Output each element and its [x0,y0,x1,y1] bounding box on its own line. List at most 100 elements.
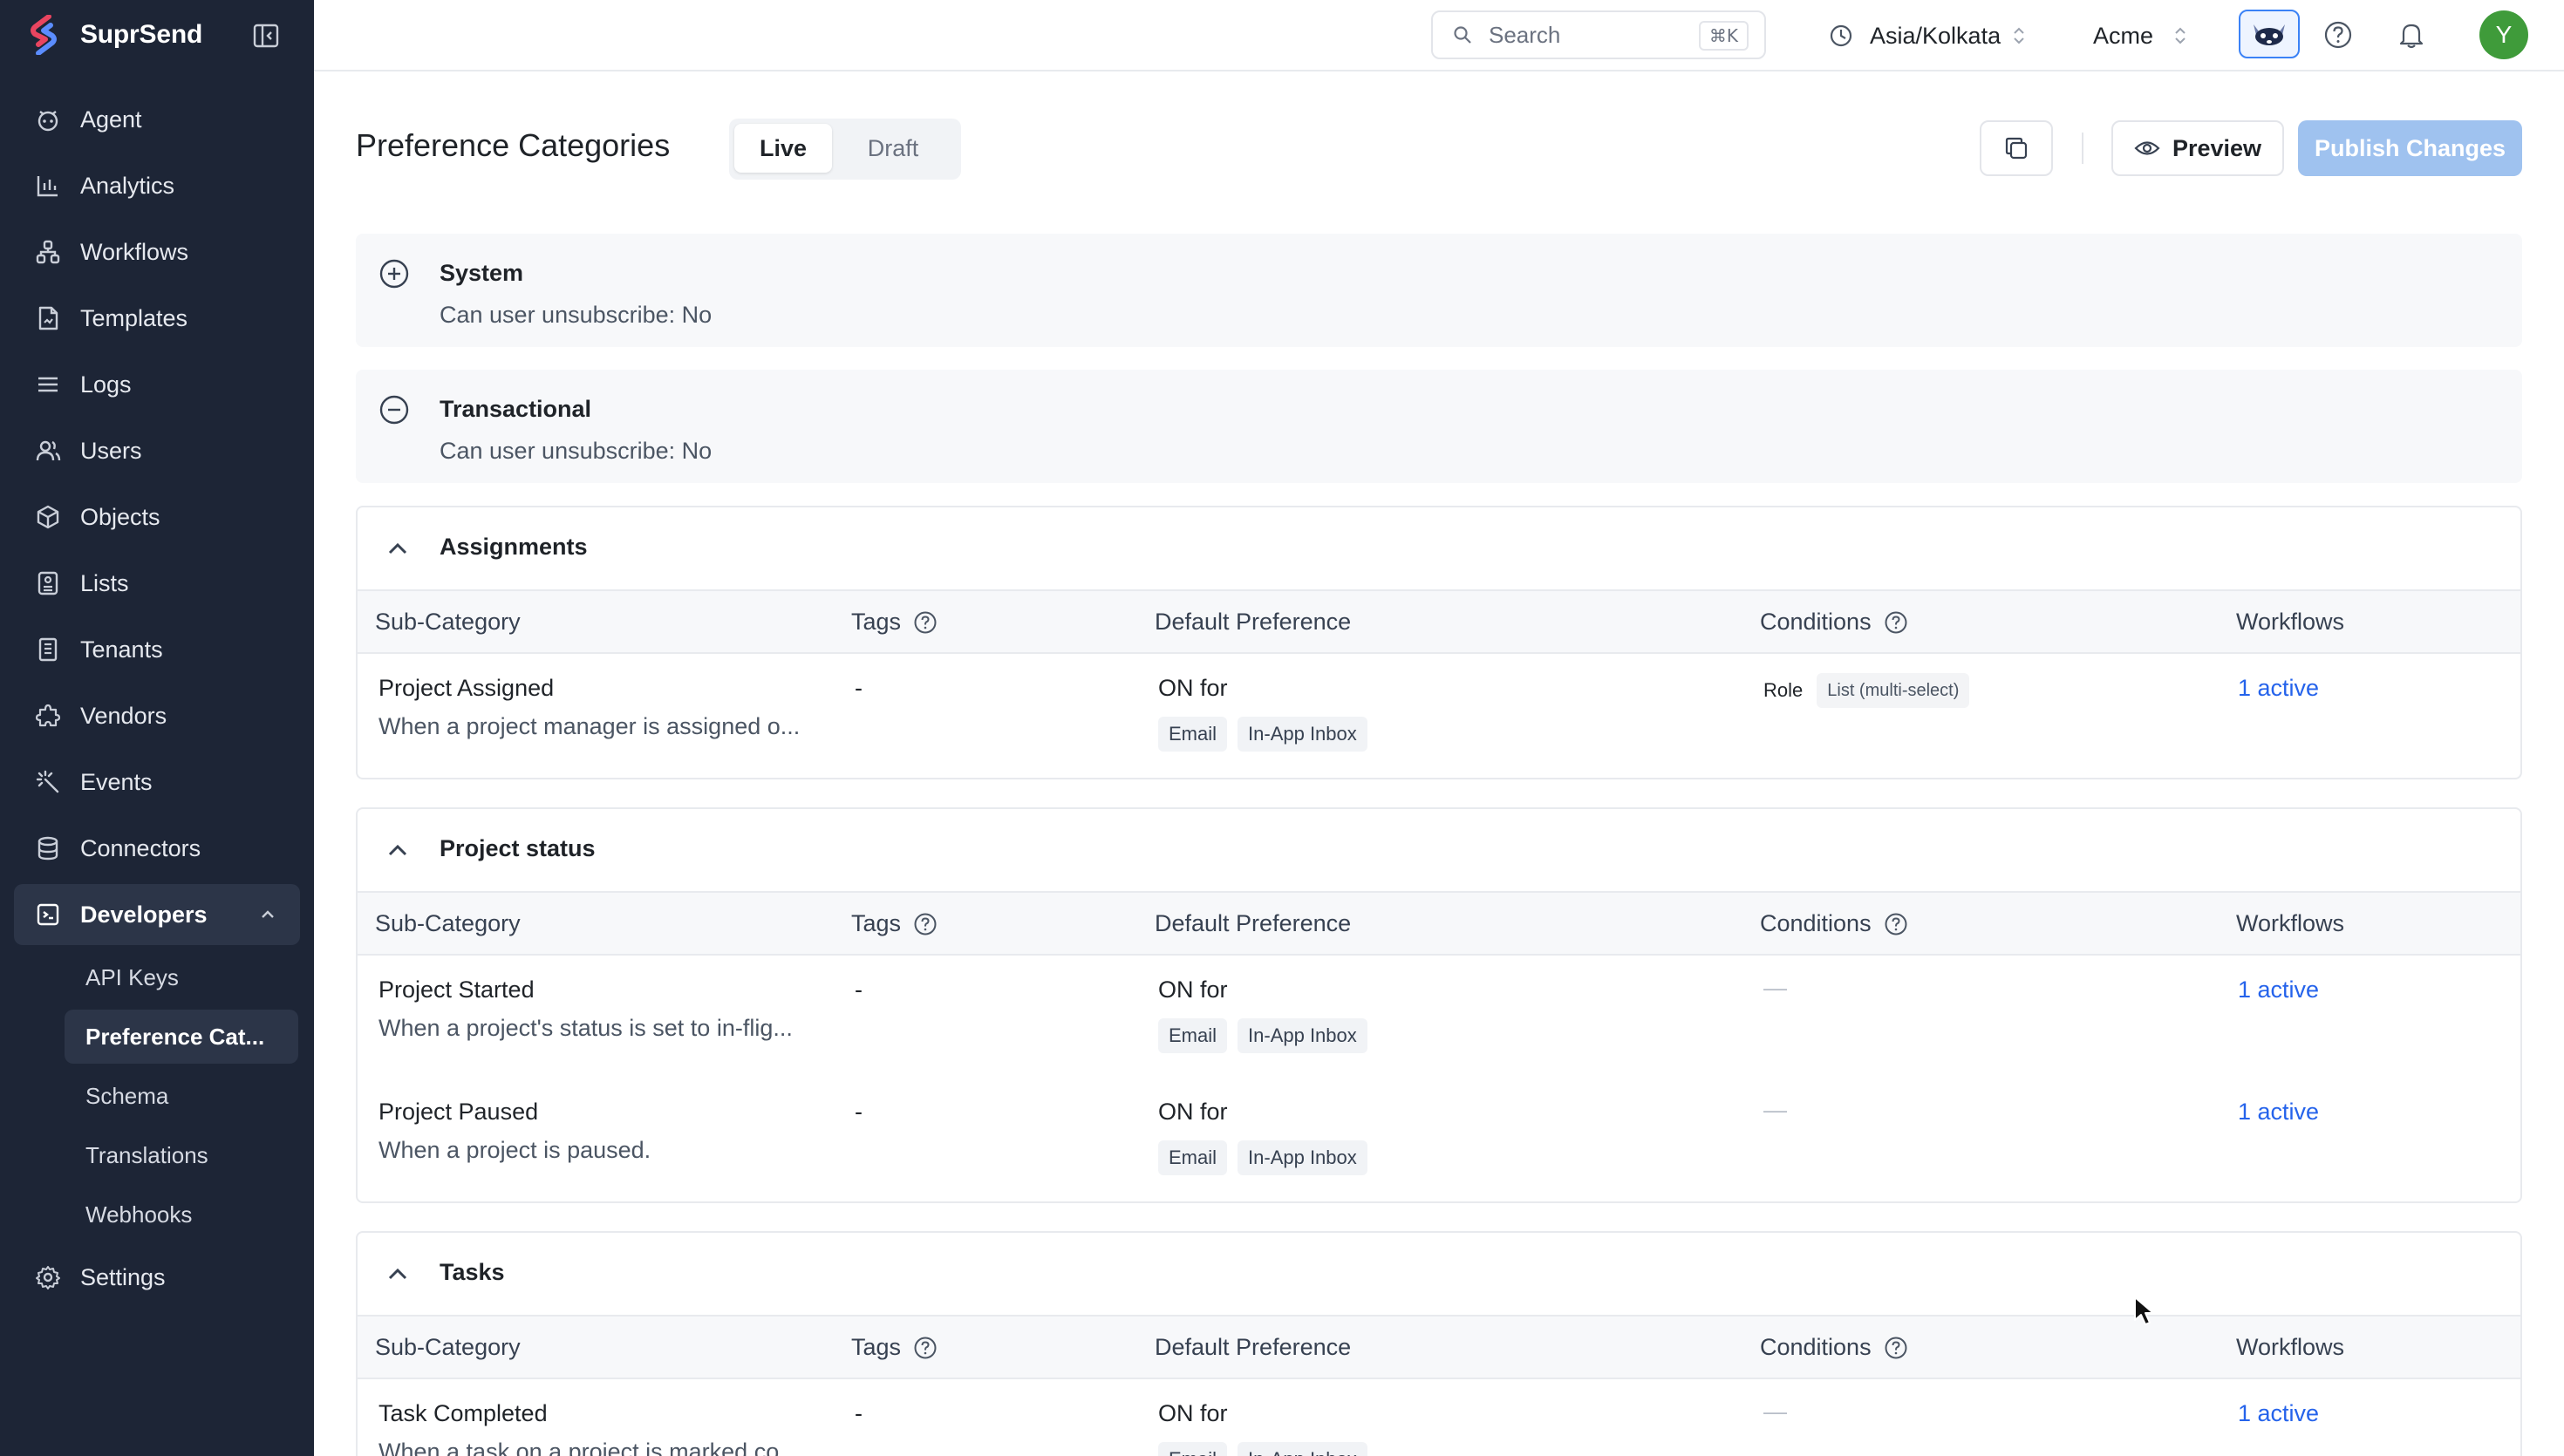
page-title: Preference Categories [356,127,671,163]
subcategory-desc: When a project manager is assigned o... [378,713,801,739]
help-icon [2324,21,2352,49]
table-row[interactable]: Project Assigned When a project manager … [358,654,2520,776]
copy-button[interactable] [1980,120,2053,176]
table-row[interactable]: Project Paused When a project is paused.… [358,1078,2520,1200]
channel-chip-inapp: In-App Inbox [1238,1018,1367,1053]
publish-changes-button[interactable]: Publish Changes [2298,120,2522,176]
search-input[interactable]: Search ⌘K [1431,10,1766,59]
brand[interactable]: SuprSend [26,12,202,58]
column-workflows: Workflows [2236,609,2345,635]
column-workflows: Workflows [2236,1334,2345,1360]
sidebar-item-objects[interactable]: Objects [14,486,300,548]
table-row[interactable]: Task Completed When a task on a project … [358,1379,2520,1456]
sidebar-item-tenants[interactable]: Tenants [14,619,300,680]
sidebar-toggle-icon [253,24,279,48]
brand-name: SuprSend [80,20,203,49]
channel-chip-email: Email [1158,1018,1228,1053]
channel-chip-inapp: In-App Inbox [1238,1442,1367,1456]
help-icon[interactable] [1884,610,1908,635]
user-avatar[interactable]: Y [2479,10,2528,59]
help-icon[interactable] [913,912,938,936]
sidebar-item-connectors[interactable]: Connectors [14,818,300,879]
help-icon[interactable] [913,610,938,635]
minus-circle-icon[interactable] [377,392,412,427]
org-name: Acme [2093,22,2154,49]
updown-chevron-icon [2175,27,2186,44]
condition: Role List (multi-select) [1763,673,1970,708]
sidebar-item-templates[interactable]: Templates [14,288,300,349]
chevron-up-icon[interactable] [382,534,413,565]
sidebar-item-settings[interactable]: Settings [14,1247,300,1308]
tab-live[interactable]: Live [734,124,832,173]
sidebar-item-lists[interactable]: Lists [14,553,300,614]
building-icon [33,635,63,664]
plus-circle-icon[interactable] [377,256,412,291]
sidebar-subitem-preference-categories[interactable]: Preference Cat... [65,1010,298,1064]
tags-value: - [855,675,863,701]
sidebar-item-logs[interactable]: Logs [14,354,300,415]
clock-icon [1830,24,1852,47]
topbar: Search ⌘K Asia/Kolkata Acme Y [314,0,2564,71]
category-name: Assignments [440,534,588,560]
eye-icon [2134,141,2160,155]
tags-value: - [855,976,863,1003]
sidebar-subitem-webhooks[interactable]: Webhooks [65,1187,298,1242]
table-row[interactable]: Project Started When a project's status … [358,956,2520,1078]
column-subcategory: Sub-Category [375,609,521,635]
subcategory-desc: When a project is paused. [378,1137,651,1163]
tab-draft[interactable]: Draft [844,124,942,173]
help-icon[interactable] [1884,912,1908,936]
users-icon [33,436,63,466]
sidebar-subitem-translations[interactable]: Translations [65,1128,298,1182]
category-header: Tasks [358,1233,2520,1317]
workflows-link[interactable]: 1 active [2238,675,2319,702]
search-icon [1454,26,1471,44]
sidebar-subitem-api-keys[interactable]: API Keys [65,950,298,1004]
ai-agent-button[interactable] [2239,10,2300,58]
help-icon[interactable] [1884,1336,1908,1360]
workflows-link[interactable]: 1 active [2238,1099,2319,1126]
preview-button[interactable]: Preview [2111,120,2284,176]
sidebar-item-workflows[interactable]: Workflows [14,221,300,282]
category-name: System [440,260,524,286]
channel-chips: Email In-App Inbox [1158,717,1378,752]
default-preference: ON for [1158,675,1228,701]
default-preference: ON for [1158,1099,1228,1125]
table-header: Sub-Category Tags Default Preference Con… [358,591,2520,654]
no-condition: — [1763,1097,1787,1123]
puzzle-icon [33,701,63,731]
subcategory-title: Task Completed [378,1400,548,1426]
category-name: Transactional [440,396,592,422]
workflows-link[interactable]: 1 active [2238,976,2319,1004]
code-icon [33,900,63,929]
sidebar: SuprSend Agent Analytics Workflows Templ… [0,0,314,1456]
workflows-link[interactable]: 1 active [2238,1400,2319,1427]
sidebar-item-developers[interactable]: Developers [14,884,300,945]
help-button[interactable] [2319,16,2357,54]
sidebar-subitem-schema[interactable]: Schema [65,1069,298,1123]
sidebar-item-vendors[interactable]: Vendors [14,685,300,746]
channel-chip-inapp: In-App Inbox [1238,1140,1367,1175]
help-icon[interactable] [913,1336,938,1360]
category-desc: Can user unsubscribe: No [440,302,713,328]
notifications-button[interactable] [2392,16,2431,54]
sidebar-item-events[interactable]: Events [14,752,300,813]
sidebar-item-agent[interactable]: Agent [14,89,300,150]
category-header: Assignments [358,507,2520,591]
category-name: Tasks [440,1259,505,1285]
search-shortcut: ⌘K [1698,21,1749,51]
column-tags: Tags [851,1334,938,1361]
live-draft-toggle: Live Draft [729,119,961,180]
subcategory-desc: When a task on a project is marked co... [378,1439,799,1456]
bell-icon [2399,24,2424,49]
chevron-up-icon[interactable] [382,835,413,867]
sidebar-item-analytics[interactable]: Analytics [14,155,300,216]
collapse-sidebar-button[interactable] [249,19,283,52]
sidebar-item-users[interactable]: Users [14,420,300,481]
sparkle-icon [33,767,63,797]
chevron-up-icon[interactable] [382,1259,413,1290]
timezone-selector[interactable]: Asia/Kolkata [1828,14,2027,58]
category-name: Project status [440,835,596,861]
chevron-up-icon [262,910,274,918]
org-selector[interactable]: Acme [2093,14,2188,58]
